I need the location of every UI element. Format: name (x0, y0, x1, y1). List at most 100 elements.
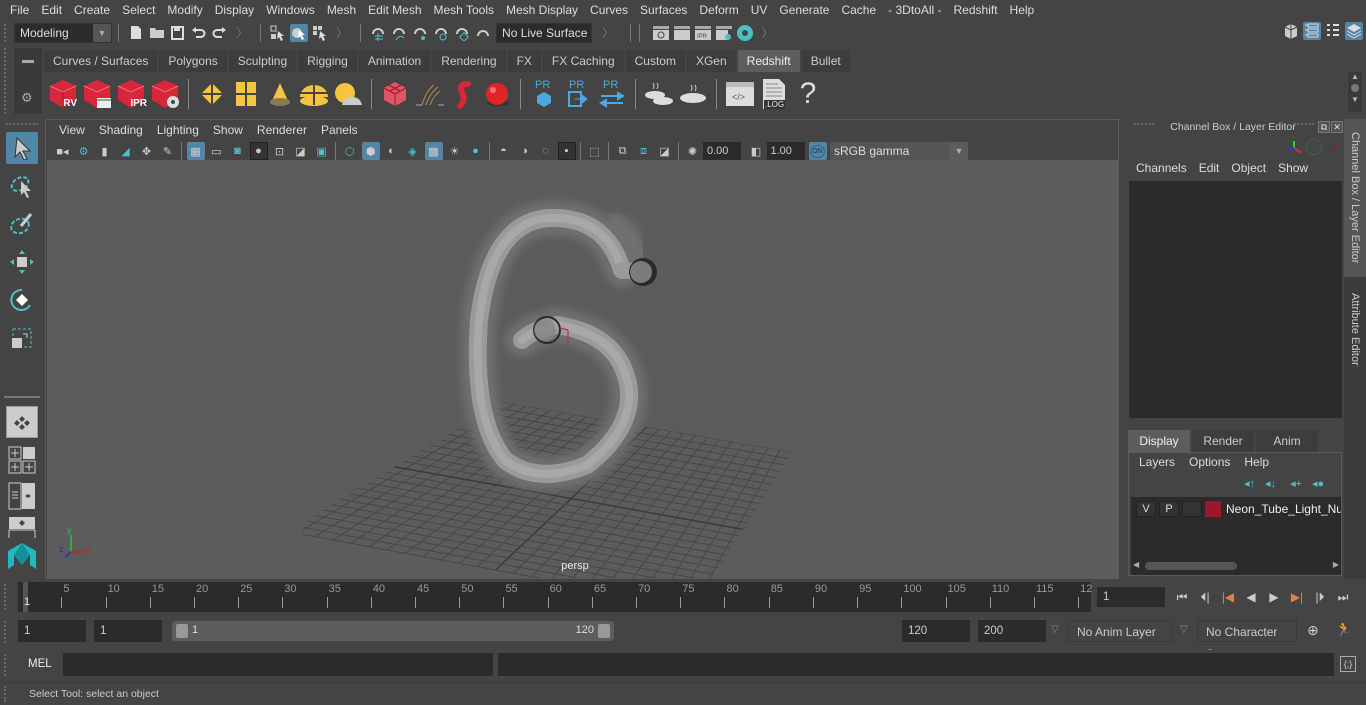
persp-graph-layout-icon[interactable] (6, 516, 38, 538)
grip-handle[interactable] (4, 23, 10, 42)
undo-icon[interactable] (190, 24, 208, 42)
rotate-tool-icon[interactable] (6, 284, 38, 316)
play-forwards-icon[interactable]: ▶ (1264, 587, 1284, 607)
new-scene-icon[interactable] (127, 24, 145, 42)
scroll-down-icon[interactable]: ▼ (1348, 95, 1362, 104)
auto-key-icon[interactable]: ⊕ (1307, 622, 1319, 639)
range-start-handle[interactable] (176, 624, 188, 638)
shelf-tab-rendering[interactable]: Rendering (432, 50, 506, 72)
redshift-help-icon[interactable]: ? (792, 77, 824, 111)
shelf-tab-redshift[interactable]: Redshift (737, 50, 800, 72)
layer-playback-toggle[interactable]: P (1159, 501, 1179, 517)
layer-visibility-toggle[interactable]: V (1136, 501, 1156, 517)
menu-edit[interactable]: Edit (35, 3, 68, 17)
grip-handle[interactable] (1294, 123, 1314, 127)
resolution-gate-icon[interactable]: ◙ (229, 142, 247, 160)
menu-redshift[interactable]: Redshift (948, 3, 1004, 17)
camera-attributes-icon[interactable]: ⚙ (75, 142, 93, 160)
cb-menu-object[interactable]: Object (1225, 161, 1272, 175)
redshift-area-light-icon[interactable] (196, 77, 228, 111)
menu-help[interactable]: Help (1004, 3, 1041, 17)
float-panel-icon[interactable]: ⧉ (1318, 121, 1330, 133)
redshift-curve-object-icon[interactable] (447, 77, 479, 111)
redshift-proxy-import-icon[interactable]: PR (562, 77, 594, 111)
render-current-frame-icon[interactable] (673, 24, 691, 42)
colorspace-dropdown[interactable]: sRGB gamma ▼ (830, 142, 968, 160)
menu-windows[interactable]: Windows (260, 3, 321, 17)
move-layer-up-icon[interactable]: ◂↑ (1244, 477, 1255, 490)
menu-deform[interactable]: Deform (693, 3, 744, 17)
side-tab-channel-box[interactable]: Channel Box / Layer Editor (1344, 119, 1366, 277)
make-live-icon[interactable] (474, 24, 492, 42)
textured-icon[interactable]: ▩ (424, 142, 443, 160)
channel-sync-icon[interactable] (1306, 139, 1322, 155)
ipr-render-icon[interactable]: IPR (694, 24, 712, 42)
step-back-key-icon[interactable]: |◀ (1218, 587, 1238, 607)
playback-start-field[interactable]: 1 (94, 620, 162, 642)
3d-viewport[interactable]: y x z persp (47, 160, 1118, 578)
shelf-menu-icon[interactable] (1351, 84, 1359, 92)
panel-menu-renderer[interactable]: Renderer (250, 123, 314, 137)
shelf-scroll[interactable]: ▲ ▼ (1348, 72, 1362, 112)
redshift-batch-render-icon[interactable] (81, 77, 113, 111)
select-camera-icon[interactable]: ■◂ (54, 142, 72, 160)
current-frame-field[interactable]: 1 (1097, 587, 1165, 607)
shelf-settings-gear-icon[interactable]: ⚙ (21, 90, 33, 106)
shelf-tab-xgen[interactable]: XGen (686, 50, 736, 72)
script-language-toggle[interactable]: MEL (28, 658, 52, 670)
redshift-proxy-icon[interactable] (379, 77, 411, 111)
image-plane-icon[interactable]: ◢ (117, 142, 135, 160)
time-slider[interactable]: 1 5 10 15 20 25 30 35 40 45 50 55 60 65 70 75 80 85 90 95 1… (18, 582, 1092, 612)
command-input[interactable] (63, 653, 493, 676)
scale-tool-icon[interactable] (6, 322, 38, 354)
cb-menu-channels[interactable]: Channels (1130, 161, 1193, 175)
anim-layer-chevron-icon[interactable]: ▽ (1051, 624, 1059, 635)
layer-tab-anim[interactable]: Anim (1256, 430, 1318, 452)
isolate-select-icon[interactable]: ⬚ (586, 142, 604, 160)
menu-edit-mesh[interactable]: Edit Mesh (362, 3, 427, 17)
character-set-chevron-icon[interactable]: ▽ (1180, 624, 1188, 635)
new-layer-icon[interactable]: ◂+ (1290, 477, 1302, 490)
step-forward-frame-icon[interactable]: |⏵ (1310, 587, 1330, 607)
modeling-toolkit-icon[interactable] (1282, 22, 1300, 40)
safe-action-icon[interactable]: ◪ (292, 142, 310, 160)
2d-pan-zoom-icon[interactable]: ✥ (138, 142, 156, 160)
collapse-arrow-icon[interactable]: 〉 (236, 24, 248, 41)
layer-tab-render[interactable]: Render (1192, 430, 1254, 452)
snap-to-curve-icon[interactable] (390, 24, 408, 42)
grid-toggle-icon[interactable]: ▦ (186, 142, 205, 160)
grip-handle[interactable] (4, 584, 12, 610)
select-tool-icon[interactable] (6, 132, 38, 164)
menu-mesh-tools[interactable]: Mesh Tools (428, 3, 500, 17)
exposure-icon[interactable]: ✺ (684, 142, 702, 160)
film-gate-icon[interactable]: ▭ (208, 142, 226, 160)
channel-key-icon[interactable] (1328, 141, 1342, 155)
neon-tube-six[interactable] (460, 200, 651, 491)
xray-icon[interactable]: ◈ (404, 142, 422, 160)
playback-end-field[interactable]: 120 (902, 620, 970, 642)
animation-preferences-icon[interactable]: 🏃 (1335, 621, 1352, 638)
step-forward-key-icon[interactable]: ▶| (1287, 587, 1307, 607)
panel-menu-view[interactable]: View (52, 123, 92, 137)
bookmark-icon[interactable]: ▮ (96, 142, 114, 160)
collapse-arrow-icon[interactable]: 〉 (336, 24, 348, 41)
redshift-portal-light-icon[interactable] (230, 77, 262, 111)
channel-list[interactable] (1129, 181, 1342, 418)
backface-culling-icon[interactable]: ◪ (656, 142, 674, 160)
redo-icon[interactable] (211, 24, 229, 42)
menuset-dropdown[interactable]: Modeling ▼ (14, 22, 112, 43)
shelf-tab-custom[interactable]: Custom (625, 50, 685, 72)
redshift-ipr-icon[interactable]: IPR (115, 77, 147, 111)
go-to-start-icon[interactable]: ⏮ (1172, 587, 1192, 607)
menu-uv[interactable]: UV (745, 3, 774, 17)
menu-curves[interactable]: Curves (584, 3, 634, 17)
menu-mesh[interactable]: Mesh (321, 3, 362, 17)
scrollbar-thumb[interactable] (1145, 562, 1237, 570)
depth-of-field-icon[interactable]: ▪ (557, 142, 576, 160)
cb-menu-show[interactable]: Show (1272, 161, 1314, 175)
move-tool-icon[interactable] (6, 246, 38, 278)
side-tab-attribute-editor[interactable]: Attribute Editor (1344, 279, 1366, 379)
shadows-icon[interactable]: ● (467, 142, 485, 160)
menu-3dtoall[interactable]: - 3DtoAll - (882, 3, 947, 17)
grip-handle[interactable] (4, 621, 12, 643)
